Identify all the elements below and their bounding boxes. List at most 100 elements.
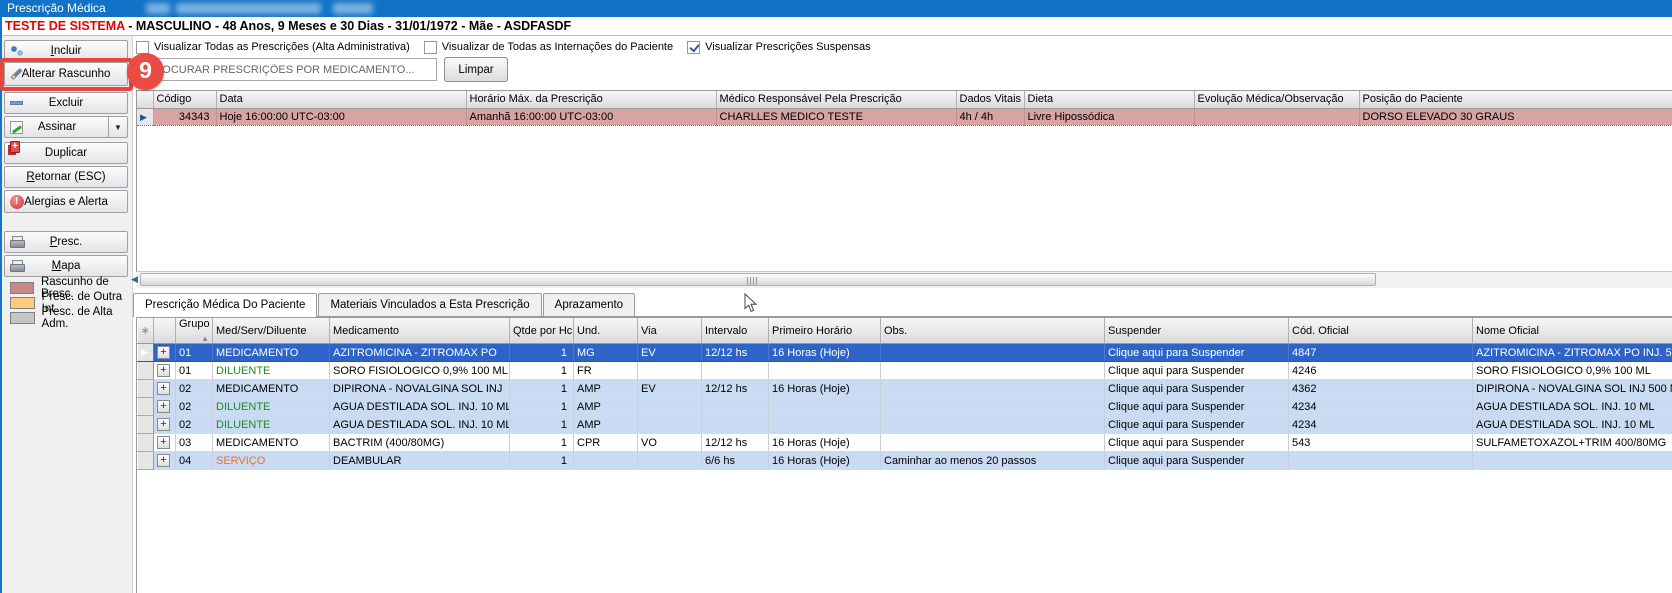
item-row-grupo-02[interactable]: +02DILUENTEAGUA DESTILADA SOL. INJ. 10 M…	[138, 398, 1672, 416]
cell-suspend-link[interactable]: Clique aqui para Suspender	[1105, 416, 1289, 434]
cell-tipo: MEDICAMENTO	[213, 434, 330, 452]
cell-suspend-link[interactable]: Clique aqui para Suspender	[1105, 434, 1289, 452]
sidebar-button-mapa[interactable]: Mapa	[4, 255, 128, 277]
search-input[interactable]	[141, 58, 437, 81]
prescription-items-grid: ∗Grupo▲Med/Serv/DiluenteMedicamentoQtde …	[136, 317, 1672, 593]
cell-cod-oficial: 4234	[1289, 416, 1473, 434]
clear-search-button[interactable]: Limpar	[444, 57, 508, 82]
sidebar-button-alergias-e-alerta[interactable]: Alergias e Alerta	[4, 190, 128, 213]
cell-primeiro-horario	[769, 362, 881, 380]
tab-0[interactable]: Prescrição Médica Do Paciente	[133, 293, 317, 316]
checkbox-checked[interactable]	[687, 41, 700, 54]
cell-medicamento: DIPIRONA - NOVALGINA SOL INJ	[330, 380, 510, 398]
column-header[interactable]: Nome Oficial	[1473, 318, 1672, 344]
mouse-cursor-icon	[744, 293, 758, 313]
tab-1[interactable]: Materiais Vinculados a Esta Prescrição	[318, 293, 541, 316]
prescription-row[interactable]: ▶34343Hoje 16:00:00 UTC-03:00Amanhã 16:0…	[137, 108, 1672, 125]
cell-und: AMP	[574, 380, 638, 398]
sidebar-button-retornar-esc[interactable]: Retornar (ESC)	[4, 166, 128, 188]
top-grid-cell: 34343	[153, 108, 216, 125]
column-header[interactable]: Obs.	[881, 318, 1105, 344]
sidebar-button-duplicar[interactable]: Duplicar	[4, 142, 128, 164]
patient-details: - MASCULINO - 48 Anos, 9 Meses e 30 Dias…	[128, 19, 571, 33]
column-header[interactable]: Intervalo	[702, 318, 769, 344]
item-row-grupo-02[interactable]: +02MEDICAMENTODIPIRONA - NOVALGINA SOL I…	[138, 380, 1672, 398]
minus-icon	[10, 101, 23, 105]
cell-cod-oficial: 4246	[1289, 362, 1473, 380]
checkbox-label: Visualizar de Todas as Internações do Pa…	[442, 41, 673, 53]
column-header[interactable]: Via	[638, 318, 702, 344]
sidebar-button-label: Presc.	[50, 236, 83, 248]
cell-suspend-link[interactable]: Clique aqui para Suspender	[1105, 452, 1289, 470]
item-row-grupo-03[interactable]: +03MEDICAMENTOBACTRIM (400/80MG)1CPRVO12…	[138, 434, 1672, 452]
column-header[interactable]: Código	[153, 91, 216, 108]
cell-suspend-link[interactable]: Clique aqui para Suspender	[1105, 380, 1289, 398]
cell-primeiro-horario: 16 Horas (Hoje)	[769, 434, 881, 452]
sidebar-button-assinar[interactable]: Assinar ▼	[4, 116, 128, 138]
checkbox[interactable]	[424, 41, 437, 54]
item-row-grupo-02[interactable]: +02DILUENTEAGUA DESTILADA SOL. INJ. 10 M…	[138, 416, 1672, 434]
cell-medicamento: AGUA DESTILADA SOL. INJ. 10 ML	[330, 398, 510, 416]
cell-suspend-link[interactable]: Clique aqui para Suspender	[1105, 362, 1289, 380]
cell-suspend-link[interactable]: Clique aqui para Suspender	[1105, 398, 1289, 416]
column-header[interactable]: Und.	[574, 318, 638, 344]
legend-item: Presc. de Alta Adm.	[10, 311, 132, 325]
row-indicator-cell	[138, 362, 154, 380]
item-row-grupo-04[interactable]: +04SERVIÇODEAMBULAR16/6 hs16 Horas (Hoje…	[138, 452, 1672, 470]
cell-nome-oficial: AZITROMICINA - ZITROMAX PO INJ. 500 MG	[1473, 344, 1672, 362]
expand-row-button[interactable]: +	[157, 418, 170, 431]
column-header[interactable]: Dieta	[1024, 91, 1194, 108]
cell-cod-oficial	[1289, 452, 1473, 470]
expand-row-button[interactable]: +	[157, 346, 170, 359]
view-option-2: Visualizar Prescrições Suspensas	[687, 41, 870, 54]
expand-row-button[interactable]: +	[157, 382, 170, 395]
expand-row-button[interactable]: +	[157, 400, 170, 413]
cell-suspend-link[interactable]: Clique aqui para Suspender	[1105, 344, 1289, 362]
column-header[interactable]: Suspender	[1105, 318, 1289, 344]
detail-tabs: Prescrição Médica Do PacienteMateriais V…	[133, 293, 1672, 317]
add-icon	[10, 45, 24, 57]
splitter-bar[interactable]	[140, 273, 1376, 286]
prescriptions-table: CódigoDataHorário Máx. da PrescriçãoMédi…	[137, 91, 1672, 126]
cell-nome-oficial: AGUA DESTILADA SOL. INJ. 10 ML	[1473, 416, 1672, 434]
item-row-grupo-01[interactable]: ▶+01MEDICAMENTOAZITROMICINA - ZITROMAX P…	[138, 344, 1672, 362]
column-header[interactable]: Posição do Paciente	[1359, 91, 1672, 108]
sort-asc-icon: ▲	[201, 334, 209, 343]
dropdown-arrow-icon[interactable]: ▼	[108, 117, 127, 137]
cell-primeiro-horario: 16 Horas (Hoje)	[769, 452, 881, 470]
cell-nome-oficial	[1473, 452, 1672, 470]
column-header[interactable]: Horário Máx. da Prescrição	[466, 91, 716, 108]
cell-obs	[881, 416, 1105, 434]
cell-grupo: 03	[176, 434, 213, 452]
expand-row-button[interactable]: +	[157, 436, 170, 449]
expand-row-button[interactable]: +	[157, 454, 170, 467]
collapse-left-icon[interactable]: ◀	[131, 274, 138, 285]
column-header[interactable]: Med/Serv/Diluente	[213, 318, 330, 344]
checkbox[interactable]	[136, 41, 149, 54]
cell-nome-oficial: DIPIRONA - NOVALGINA SOL INJ 500 MG	[1473, 380, 1672, 398]
column-header[interactable]: Evolução Médica/Observação	[1194, 91, 1359, 108]
tab-2[interactable]: Aprazamento	[543, 293, 635, 316]
column-header[interactable]: Primeiro Horário	[769, 318, 881, 344]
column-header[interactable]: Data	[216, 91, 466, 108]
column-header[interactable]: Medicamento	[330, 318, 510, 344]
redacted-text	[146, 3, 170, 14]
column-header[interactable]: Médico Responsável Pela Prescrição	[716, 91, 956, 108]
cell-intervalo: 6/6 hs	[702, 452, 769, 470]
item-row-grupo-01[interactable]: +01DILUENTESORO FISIOLOGICO 0,9% 100 ML1…	[138, 362, 1672, 380]
app-window: Prescrição Médica TESTE DE SISTEMA - MAS…	[0, 0, 1672, 593]
column-header[interactable]: Grupo▲	[176, 318, 213, 344]
cell-und: AMP	[574, 416, 638, 434]
column-header[interactable]: Qtde por Hc	[510, 318, 574, 344]
horizontal-splitter[interactable]: ◀	[136, 272, 1672, 288]
cell-primeiro-horario: 16 Horas (Hoje)	[769, 380, 881, 398]
expand-row-button[interactable]: +	[157, 364, 170, 377]
sidebar-button-presc[interactable]: Presc.	[4, 231, 128, 253]
column-header[interactable]: Dados Vitais	[956, 91, 1024, 108]
cell-via	[638, 416, 702, 434]
column-header[interactable]: Cód. Oficial	[1289, 318, 1473, 344]
sidebar-button-excluir[interactable]: Excluir	[4, 92, 128, 114]
cell-grupo: 01	[176, 362, 213, 380]
patient-name: TESTE DE SISTEMA	[5, 19, 125, 33]
sidebar-button-label: Assinar	[38, 121, 76, 133]
